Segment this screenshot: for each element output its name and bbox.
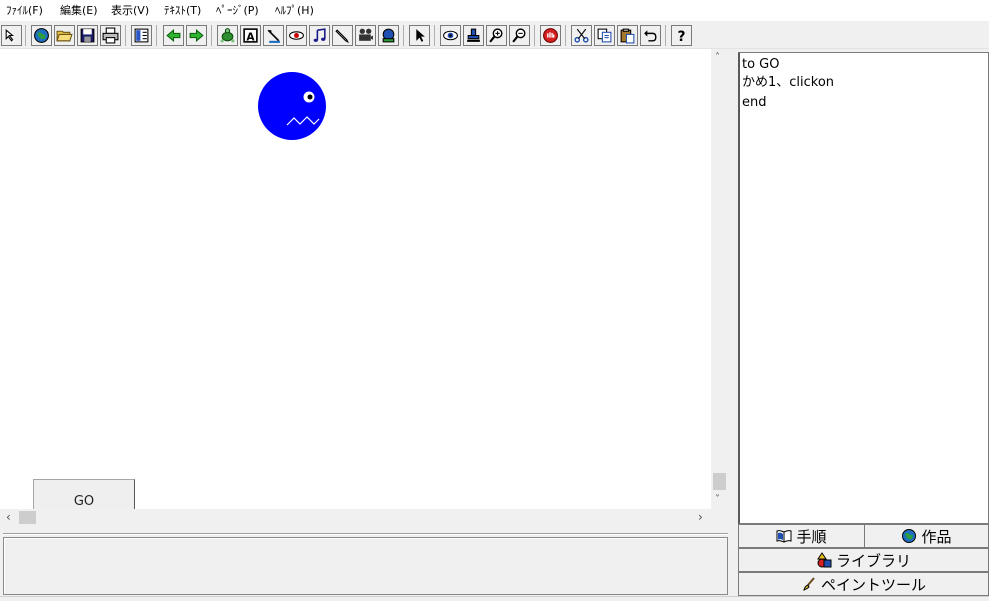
svg-text:?: ?: [677, 29, 685, 44]
canvas-area[interactable]: GO: [0, 49, 711, 523]
zoom-out-icon[interactable]: [509, 25, 530, 46]
scroll-up-icon[interactable]: ˄: [715, 53, 720, 63]
menu-file[interactable]: ﾌｧｲﾙ(F): [6, 4, 43, 17]
menu-page[interactable]: ﾍﾟｰｼﾞ(P): [216, 4, 259, 17]
message-box: [3, 537, 728, 595]
back-arrow-icon[interactable]: [163, 25, 184, 46]
menu-view[interactable]: 表示(V): [111, 4, 149, 17]
script-line: かめ1、clickon: [742, 75, 835, 90]
menu-text[interactable]: ﾃｷｽﾄ(T): [164, 4, 201, 17]
globe-icon[interactable]: [31, 25, 52, 46]
vertical-scrollbar[interactable]: ˄ ˅: [711, 49, 728, 509]
tab-paint-label: ペイントツール: [820, 575, 926, 594]
screen-icon[interactable]: [378, 25, 399, 46]
book-icon: [776, 530, 792, 543]
tab-works-label: 作品: [921, 527, 952, 546]
tab-library-label: ライブラリ: [835, 551, 911, 570]
paste-icon[interactable]: [617, 25, 638, 46]
vertical-scroll-thumb[interactable]: [713, 473, 726, 490]
eye-stamp-icon[interactable]: [286, 25, 307, 46]
shapes-icon: [817, 552, 832, 568]
globe-icon: [902, 529, 917, 543]
turtle-pupil: [307, 94, 313, 100]
horizontal-scroll-thumb[interactable]: [19, 511, 36, 524]
text-box-icon[interactable]: A: [240, 25, 261, 46]
tab-steps-label: 手順: [796, 527, 827, 546]
paintbrush-icon: [803, 577, 815, 591]
menu-bar: ﾌｧｲﾙ(F) 編集(E) 表示(V) ﾃｷｽﾄ(T) ﾍﾟｰｼﾞ(P) ﾍﾙﾌ…: [0, 0, 989, 21]
status-bar: [0, 596, 989, 601]
pointer-arrow-icon[interactable]: [1, 25, 22, 46]
eraser-icon[interactable]: [263, 25, 284, 46]
menu-edit[interactable]: 編集(E): [60, 4, 98, 17]
toolbar: A ?: [0, 21, 989, 49]
script-line: end: [742, 95, 767, 110]
save-icon[interactable]: [77, 25, 98, 46]
cut-icon[interactable]: [571, 25, 592, 46]
go-button-label: GO: [73, 493, 95, 509]
stop-icon[interactable]: [540, 25, 561, 46]
camera-icon[interactable]: [355, 25, 376, 46]
undo-icon[interactable]: [640, 25, 661, 46]
forward-arrow-icon[interactable]: [186, 25, 207, 46]
scroll-down-icon[interactable]: ˅: [715, 495, 720, 505]
copy-icon[interactable]: [594, 25, 615, 46]
turtle-body: [258, 72, 326, 140]
tab-steps[interactable]: 手順: [738, 524, 864, 548]
pencil-icon[interactable]: [332, 25, 353, 46]
turtle-icon[interactable]: [217, 25, 238, 46]
eye-icon[interactable]: [440, 25, 461, 46]
zoom-in-icon[interactable]: [486, 25, 507, 46]
stamp-icon[interactable]: [463, 25, 484, 46]
horizontal-scrollbar[interactable]: ‹ ›: [0, 509, 711, 526]
open-folder-icon[interactable]: [54, 25, 75, 46]
select-arrow-icon[interactable]: [409, 25, 430, 46]
divider: [3, 533, 728, 535]
tab-works[interactable]: 作品: [864, 524, 989, 548]
scroll-left-icon[interactable]: ‹: [6, 511, 11, 523]
scroll-right-icon[interactable]: ›: [698, 511, 703, 523]
menu-help[interactable]: ﾍﾙﾌﾟ(H): [275, 4, 314, 17]
turtle-character[interactable]: [256, 71, 328, 143]
music-note-icon[interactable]: [309, 25, 330, 46]
svg-text:A: A: [246, 30, 255, 43]
print-icon[interactable]: [100, 25, 121, 46]
layout-icon[interactable]: [131, 25, 152, 46]
script-editor[interactable]: to GO かめ1、clickon end: [738, 52, 989, 524]
script-line: to GO: [742, 57, 780, 72]
tab-paint[interactable]: ペイントツール: [738, 572, 989, 596]
help-icon[interactable]: ?: [671, 25, 692, 46]
tab-library[interactable]: ライブラリ: [738, 548, 989, 572]
